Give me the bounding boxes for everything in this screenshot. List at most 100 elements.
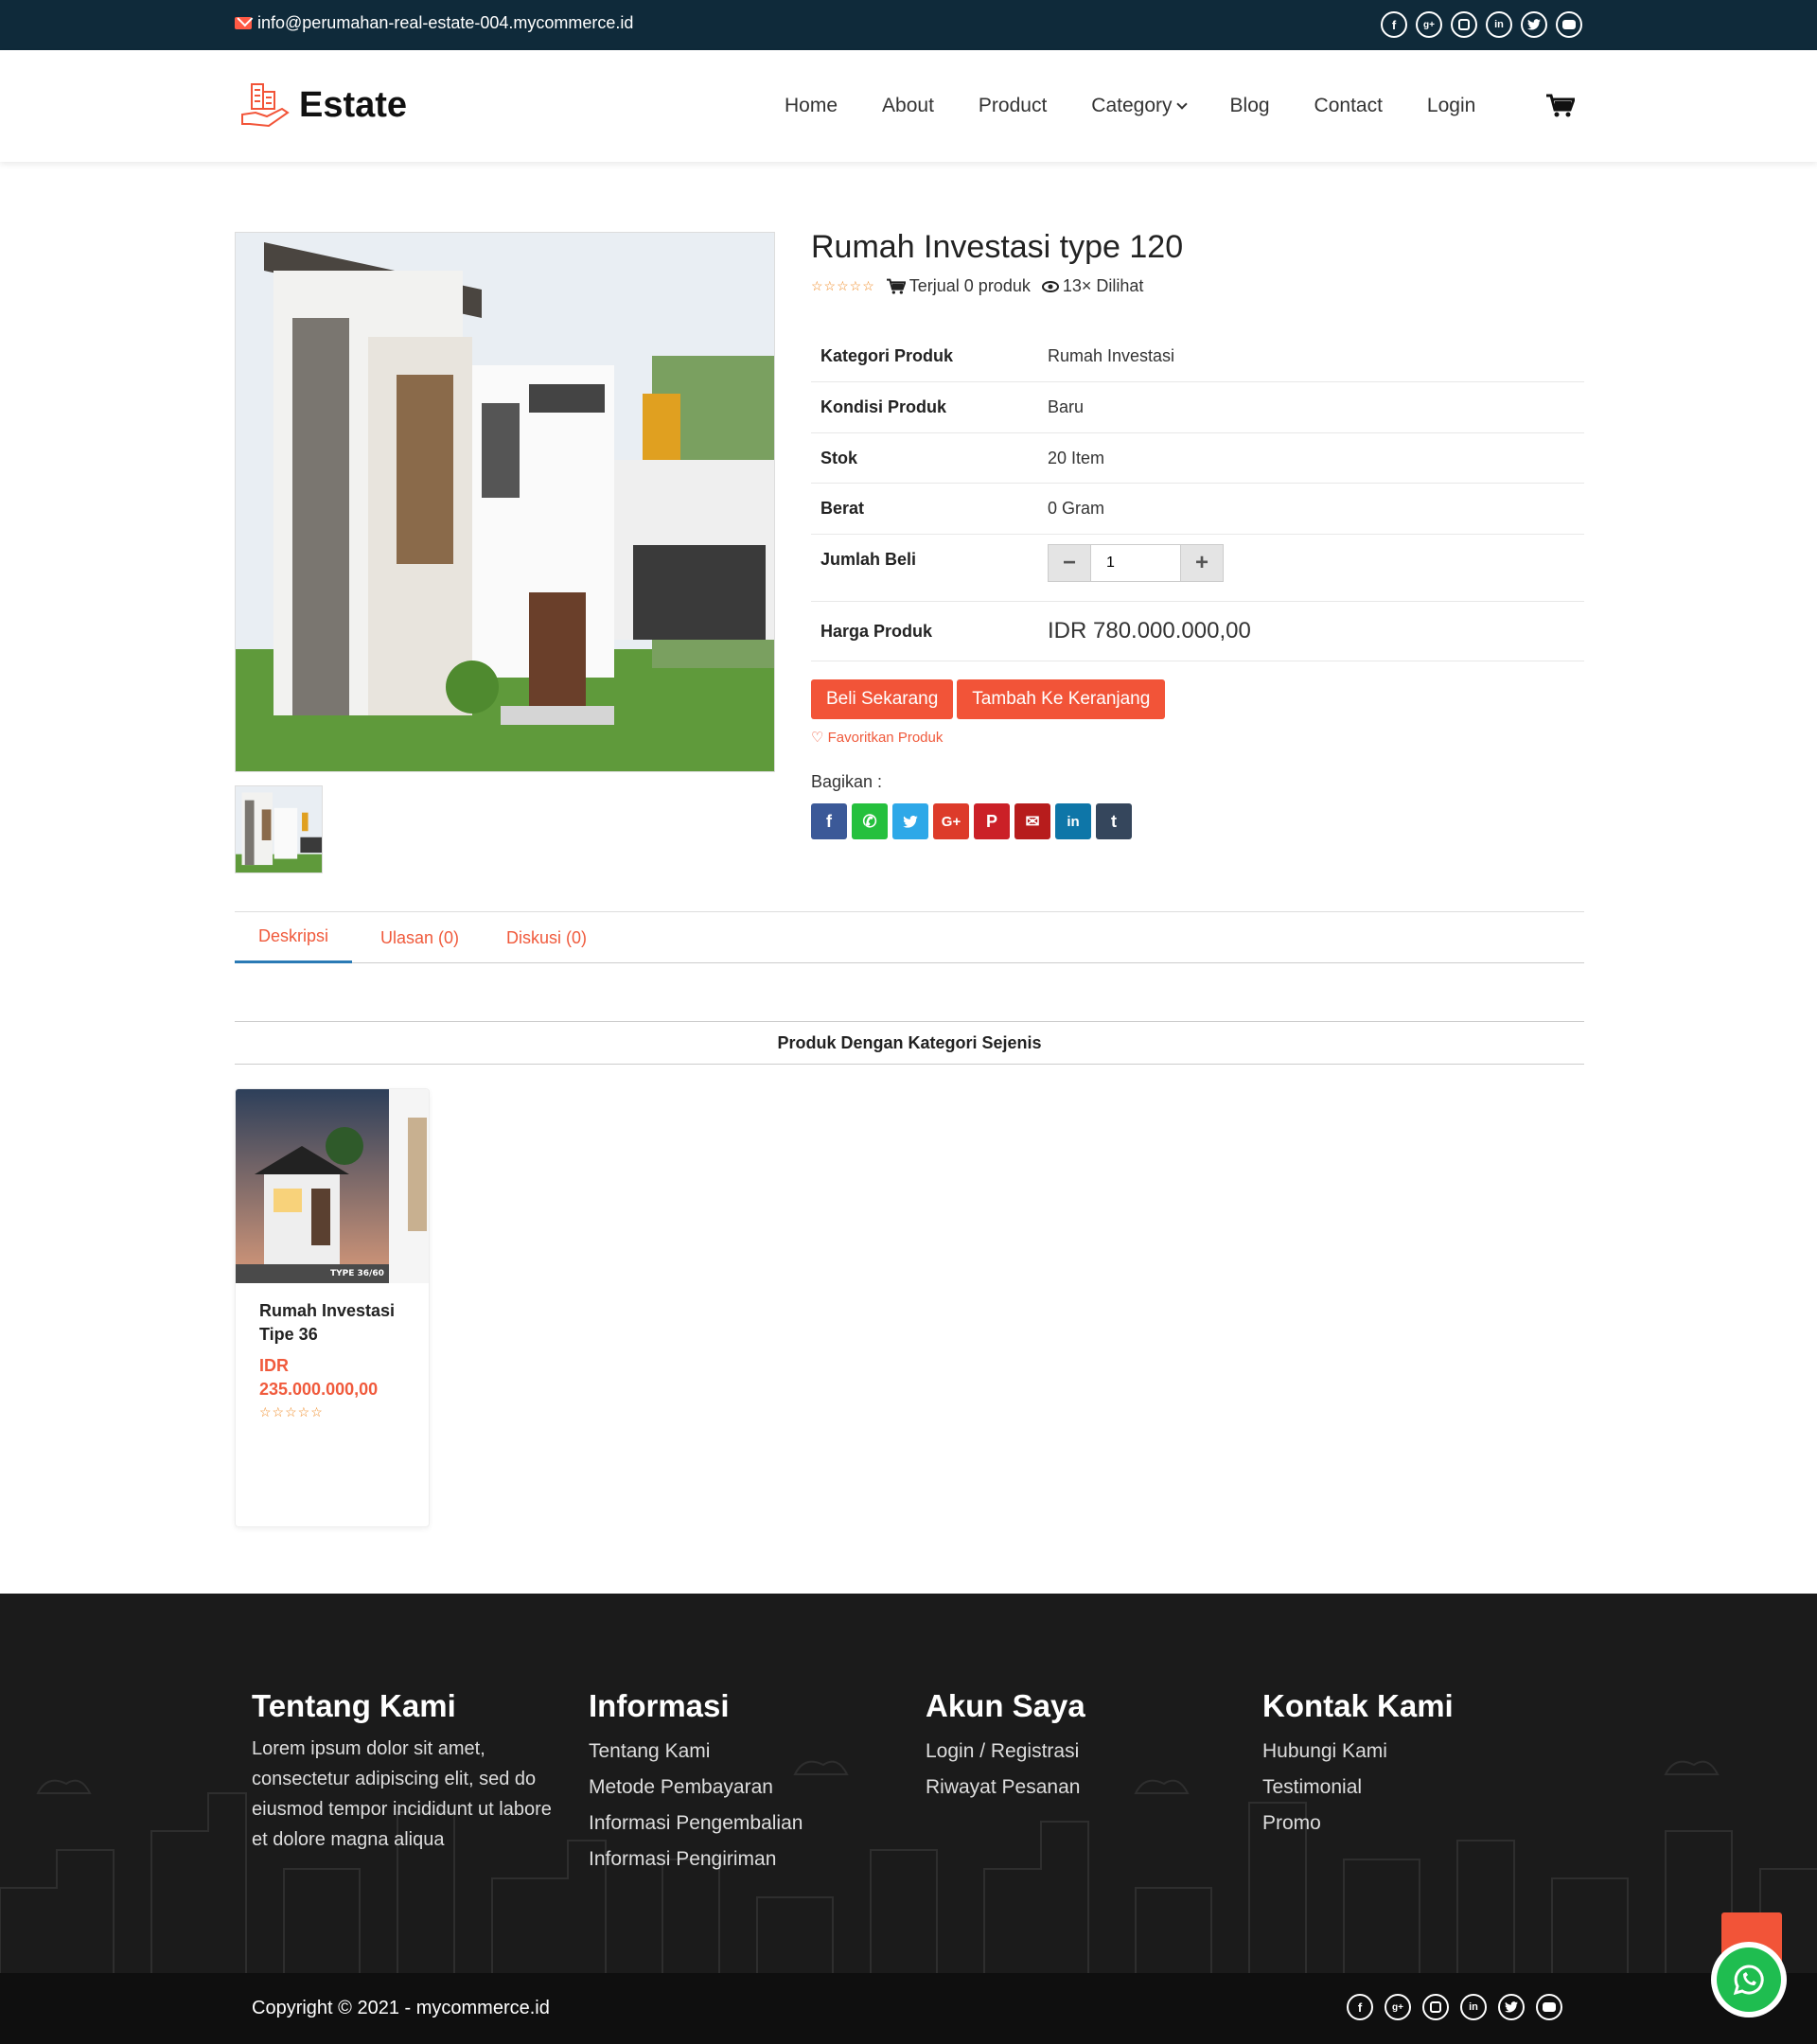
product-thumbnail[interactable]: [235, 785, 323, 873]
tab-discussion[interactable]: Diskusi (0): [483, 912, 610, 963]
info-row-weight: Berat 0 Gram: [811, 484, 1584, 535]
footer-link[interactable]: Promo: [1262, 1806, 1454, 1841]
nav-product[interactable]: Product: [979, 95, 1047, 117]
email-icon[interactable]: ✉: [1014, 803, 1050, 839]
info-label: Berat: [820, 499, 865, 518]
nav-home[interactable]: Home: [785, 95, 838, 117]
cart-icon[interactable]: [1546, 94, 1575, 118]
footer-link[interactable]: Login / Registrasi: [926, 1734, 1085, 1770]
sold-count: Terjual 0 produk: [886, 276, 1031, 296]
product-title: Rumah Investasi type 120: [811, 229, 1184, 265]
instagram-icon[interactable]: [1451, 11, 1477, 38]
google-plus-icon[interactable]: g+: [1385, 1994, 1411, 2020]
quantity-input[interactable]: [1091, 544, 1180, 582]
share-label: Bagikan :: [811, 772, 883, 791]
nav-blog[interactable]: Blog: [1230, 95, 1270, 117]
quantity-cell: − +: [1048, 544, 1584, 601]
whatsapp-chat-button[interactable]: [1711, 1942, 1787, 2018]
footer-link[interactable]: Tentang Kami: [589, 1734, 803, 1770]
footer-link[interactable]: Informasi Pengiriman: [589, 1841, 803, 1877]
footer-link[interactable]: Hubungi Kami: [1262, 1734, 1454, 1770]
purchase-actions: Beli Sekarang Tambah Ke Keranjang: [811, 679, 1166, 719]
footer-link[interactable]: Informasi Pengembalian: [589, 1806, 803, 1841]
related-product-price: IDR 235.000.000,00: [259, 1354, 411, 1401]
google-plus-icon[interactable]: g+: [1416, 11, 1442, 38]
logo-text: Estate: [299, 84, 408, 125]
related-product-name[interactable]: Rumah Investasi Tipe 36: [259, 1299, 420, 1347]
linkedin-icon[interactable]: in: [1055, 803, 1091, 839]
whatsapp-icon[interactable]: ✆: [852, 803, 888, 839]
facebook-icon[interactable]: f: [1347, 1994, 1373, 2020]
add-to-cart-button[interactable]: Tambah Ke Keranjang: [957, 679, 1166, 719]
buy-now-button[interactable]: Beli Sekarang: [811, 679, 954, 719]
twitter-icon[interactable]: [1521, 11, 1547, 38]
youtube-icon[interactable]: [1536, 1994, 1562, 2020]
footer-heading: Kontak Kami: [1262, 1688, 1454, 1723]
footer-heading: Akun Saya: [926, 1688, 1085, 1723]
main-nav: Home About Product Category Blog Contact…: [785, 50, 1475, 162]
footer-about-text: Lorem ipsum dolor sit amet, consectetur …: [252, 1738, 552, 1850]
info-value: Baru: [1048, 397, 1085, 416]
main-header: Estate Home About Product Category Blog …: [0, 50, 1817, 162]
linkedin-icon[interactable]: in: [1460, 1994, 1487, 2020]
rating-stars: ☆☆☆☆☆: [811, 278, 875, 293]
footer-col-account: Akun Saya Login / Registrasi Riwayat Pes…: [926, 1688, 1085, 1806]
nav-login[interactable]: Login: [1427, 95, 1475, 117]
copyright-text: Copyright © 2021 - mycommerce.id: [252, 1998, 550, 2018]
product-info-table: Kategori Produk Rumah Investasi Kondisi …: [811, 331, 1584, 661]
house-photo: [236, 233, 774, 771]
product-main-image[interactable]: [235, 232, 775, 772]
contact-email[interactable]: info@perumahan-real-estate-004.mycommerc…: [235, 13, 633, 33]
site-logo[interactable]: Estate: [238, 79, 407, 132]
favorite-link[interactable]: ♡ Favoritkan Produk: [811, 729, 943, 746]
nav-category-label: Category: [1091, 95, 1173, 116]
nav-category[interactable]: Category: [1091, 95, 1188, 117]
twitter-icon[interactable]: [1498, 1994, 1525, 2020]
twitter-icon[interactable]: [892, 803, 928, 839]
cart-icon: [886, 278, 906, 294]
nav-contact[interactable]: Contact: [1314, 95, 1383, 117]
info-row-stock: Stok 20 Item: [811, 433, 1584, 484]
favorite-label: Favoritkan Produk: [827, 730, 944, 746]
pinterest-icon[interactable]: P: [974, 803, 1010, 839]
linkedin-icon[interactable]: in: [1486, 11, 1512, 38]
chevron-down-icon: [1175, 97, 1188, 110]
footer-link[interactable]: Metode Pembayaran: [589, 1770, 803, 1806]
footer-link[interactable]: Riwayat Pesanan: [926, 1770, 1085, 1806]
share-buttons: f ✆ G+ P ✉ in t: [811, 803, 1132, 839]
footer-col-about: Tentang Kami Lorem ipsum dolor sit amet,…: [252, 1688, 555, 1855]
info-row-condition: Kondisi Produk Baru: [811, 382, 1584, 433]
related-product-card[interactable]: TYPE 36/60 Rumah Investasi Tipe 36 IDR 2…: [235, 1088, 430, 1527]
contact-email-text: info@perumahan-real-estate-004.mycommerc…: [257, 13, 634, 32]
image-caption: TYPE 36/60: [330, 1269, 384, 1278]
info-label: Stok: [820, 448, 858, 467]
topbar-social-links: f g+ in: [1381, 11, 1582, 38]
instagram-icon[interactable]: [1422, 1994, 1449, 2020]
info-label: Jumlah Beli: [820, 550, 917, 569]
tab-description[interactable]: Deskripsi: [235, 912, 353, 963]
facebook-icon[interactable]: f: [811, 803, 847, 839]
top-bar: info@perumahan-real-estate-004.mycommerc…: [0, 0, 1817, 50]
envelope-icon: [235, 17, 252, 29]
nav-about[interactable]: About: [882, 95, 934, 117]
info-value: 20 Item: [1048, 448, 1105, 467]
tab-reviews[interactable]: Ulasan (0): [352, 912, 483, 963]
house-thumbnail-photo: [236, 786, 322, 872]
footer-link[interactable]: Testimonial: [1262, 1770, 1454, 1806]
info-label: Kondisi Produk: [820, 397, 947, 416]
related-products-title: Produk Dengan Kategori Sejenis: [235, 1021, 1584, 1065]
info-row-category: Kategori Produk Rumah Investasi: [811, 331, 1584, 382]
view-count-text: 13× Dilihat: [1062, 276, 1144, 295]
footer-col-info: Informasi Tentang Kami Metode Pembayaran…: [589, 1688, 803, 1877]
plus-button[interactable]: +: [1180, 544, 1224, 582]
tumblr-icon[interactable]: t: [1096, 803, 1132, 839]
info-value: Rumah Investasi: [1048, 346, 1175, 365]
footer-heading: Informasi: [589, 1688, 730, 1723]
youtube-icon[interactable]: [1556, 11, 1582, 38]
minus-button[interactable]: −: [1048, 544, 1091, 582]
heart-icon: ♡: [811, 730, 824, 746]
price-currency: IDR: [259, 1356, 289, 1375]
google-plus-icon[interactable]: G+: [933, 803, 969, 839]
info-row-quantity: Jumlah Beli − +: [811, 535, 1584, 602]
facebook-icon[interactable]: f: [1381, 11, 1407, 38]
